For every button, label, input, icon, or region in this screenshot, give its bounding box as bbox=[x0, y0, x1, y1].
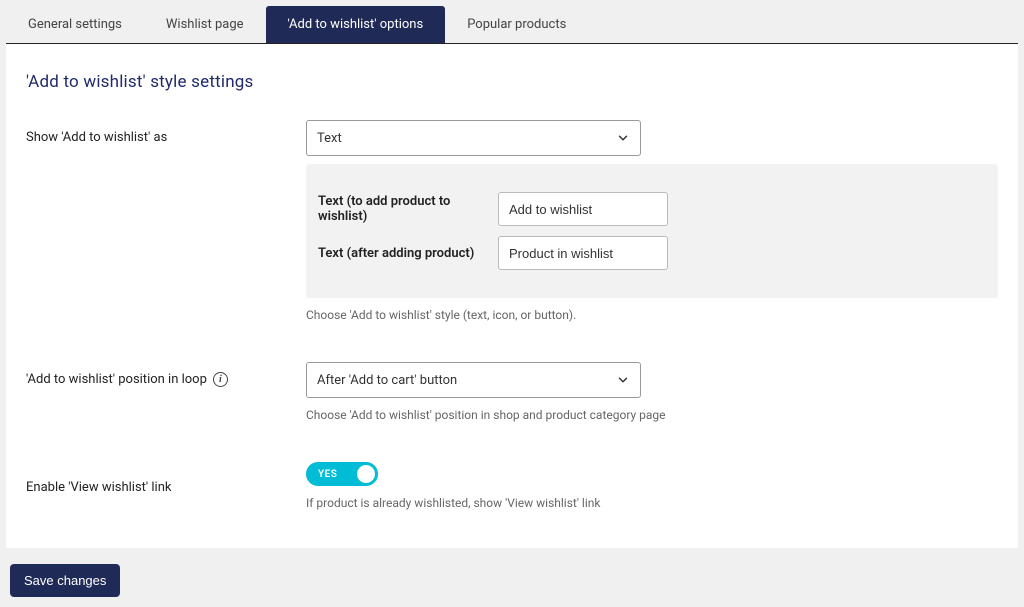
toggle-yes-label: YES bbox=[318, 469, 337, 480]
enable-link-label: Enable 'View wishlist' link bbox=[26, 462, 306, 495]
position-hint: Choose 'Add to wishlist' position in sho… bbox=[306, 408, 998, 422]
position-select[interactable]: After 'Add to cart' button bbox=[306, 362, 641, 398]
position-value: After 'Add to cart' button bbox=[317, 373, 457, 388]
settings-tabs: General settings Wishlist page 'Add to w… bbox=[6, 6, 1018, 44]
text-after-input[interactable] bbox=[498, 236, 668, 270]
section-title: 'Add to wishlist' style settings bbox=[26, 72, 998, 92]
show-as-select[interactable]: Text bbox=[306, 120, 641, 156]
info-icon[interactable]: i bbox=[213, 372, 228, 387]
text-add-label: Text (to add product to wishlist) bbox=[318, 194, 498, 224]
chevron-down-icon bbox=[616, 373, 630, 387]
save-button[interactable]: Save changes bbox=[10, 564, 120, 597]
enable-link-toggle[interactable]: YES bbox=[306, 462, 378, 486]
show-as-hint: Choose 'Add to wishlist' style (text, ic… bbox=[306, 308, 998, 322]
tab-add-to-wishlist-options[interactable]: 'Add to wishlist' options bbox=[266, 6, 446, 43]
toggle-knob bbox=[357, 465, 375, 483]
settings-panel: 'Add to wishlist' style settings Show 'A… bbox=[6, 44, 1018, 548]
text-after-label: Text (after adding product) bbox=[318, 246, 498, 261]
text-options-panel: Text (to add product to wishlist) Text (… bbox=[306, 164, 998, 298]
tab-popular-products[interactable]: Popular products bbox=[445, 6, 588, 43]
tab-wishlist-page[interactable]: Wishlist page bbox=[144, 6, 266, 43]
show-as-value: Text bbox=[317, 131, 342, 146]
enable-link-hint: If product is already wishlisted, show '… bbox=[306, 496, 998, 510]
text-add-input[interactable] bbox=[498, 192, 668, 226]
position-label: 'Add to wishlist' position in loop bbox=[26, 372, 207, 387]
show-as-label: Show 'Add to wishlist' as bbox=[26, 120, 306, 145]
chevron-down-icon bbox=[616, 131, 630, 145]
tab-general-settings[interactable]: General settings bbox=[6, 6, 144, 43]
